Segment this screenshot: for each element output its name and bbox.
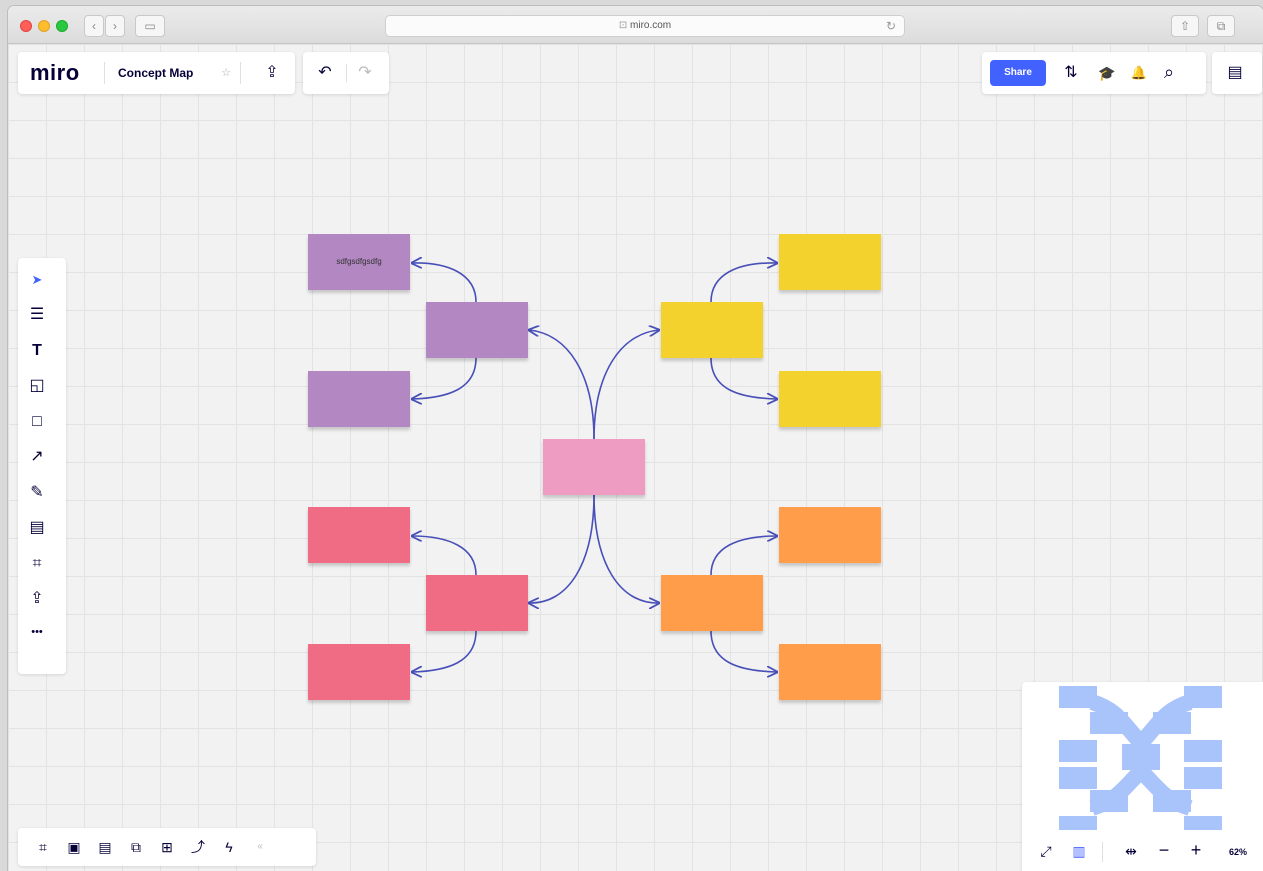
- forward-button[interactable]: ›: [105, 15, 125, 37]
- sidebar-toggle-button[interactable]: ▭: [135, 15, 165, 37]
- minimap-panel: ⤢ ▥ ⇹ − + 62%: [1022, 682, 1263, 871]
- lock-icon: ⊡: [618, 20, 628, 31]
- connector-yellow-main-to-top[interactable]: [710, 263, 777, 303]
- fullscreen-icon[interactable]: ⤢: [1036, 841, 1056, 861]
- fit-to-screen-icon[interactable]: ⇹: [1120, 841, 1142, 861]
- connector-center-to-yellow-main[interactable]: [593, 330, 659, 440]
- show-tabs-button[interactable]: ⧉: [1207, 15, 1235, 37]
- divider: [1102, 842, 1103, 862]
- connector-orange-main-to-bottom[interactable]: [710, 630, 777, 672]
- connector-red-main-to-top[interactable]: [412, 536, 477, 576]
- connector-purple-main-to-top[interactable]: [412, 263, 477, 303]
- close-window-button[interactable]: [20, 20, 32, 32]
- presentation-icon[interactable]: ▣: [63, 836, 85, 858]
- connector-yellow-main-to-bottom[interactable]: [710, 357, 777, 399]
- collapse-icon[interactable]: «: [249, 836, 271, 858]
- sticky-note-orange-main[interactable]: [661, 575, 763, 631]
- minimap-note: [1184, 816, 1222, 830]
- sticky-note-red-main[interactable]: [426, 575, 528, 631]
- sticky-note-purple-bottom[interactable]: [308, 371, 410, 427]
- share-page-button[interactable]: ⇧: [1171, 15, 1199, 37]
- connector-purple-main-to-bottom[interactable]: [412, 357, 477, 399]
- map-icon[interactable]: ▥: [1068, 841, 1090, 861]
- bottom-toolbar: ⌗ ▣ ▤ ⧉ ⊞ ⤴ ϟ «: [18, 828, 316, 866]
- board-canvas[interactable]: miro Concept Map ☆ ⇪ ↶ ↷ Share ⇅ 🎓 🔔 ⌕ ▤…: [8, 44, 1263, 871]
- sticky-note-orange-top[interactable]: [779, 507, 881, 563]
- cards-icon[interactable]: ⧉: [125, 836, 147, 858]
- minimap-note: [1059, 767, 1097, 789]
- minimap-note: [1184, 740, 1222, 762]
- comments-icon[interactable]: ▤: [94, 836, 116, 858]
- zoom-level[interactable]: 62%: [1218, 842, 1258, 862]
- connector-center-to-orange-main[interactable]: [593, 494, 659, 603]
- connector-red-main-to-bottom[interactable]: [412, 630, 477, 672]
- sticky-note-red-top[interactable]: [308, 507, 410, 563]
- connector-orange-main-to-top[interactable]: [710, 536, 777, 576]
- reload-icon[interactable]: ↻: [886, 16, 896, 36]
- minimap[interactable]: [1022, 682, 1263, 832]
- back-button[interactable]: ‹: [84, 15, 104, 37]
- sticky-note-yellow-bottom[interactable]: [779, 371, 881, 427]
- sticky-note-orange-bottom[interactable]: [779, 644, 881, 700]
- apps-icon[interactable]: ϟ: [218, 836, 240, 858]
- zoom-out-button[interactable]: −: [1154, 840, 1174, 860]
- frames-icon[interactable]: ⌗: [32, 836, 54, 858]
- sticky-note-red-bottom[interactable]: [308, 644, 410, 700]
- connector-center-to-red-main[interactable]: [529, 494, 595, 603]
- sticky-note-center[interactable]: [543, 439, 645, 495]
- connector-center-to-purple-main[interactable]: [529, 330, 595, 440]
- address-url: miro.com: [630, 20, 672, 31]
- embed-icon[interactable]: ⤴: [187, 836, 209, 858]
- sticky-note-yellow-top[interactable]: [779, 234, 881, 290]
- minimap-note: [1184, 767, 1222, 789]
- zoom-in-button[interactable]: +: [1186, 840, 1206, 860]
- minimize-window-button[interactable]: [38, 20, 50, 32]
- sticky-note-purple-main[interactable]: [426, 302, 528, 358]
- sticky-note-purple-top[interactable]: sdfgsdfgsdfg: [308, 234, 410, 290]
- sticky-note-yellow-main[interactable]: [661, 302, 763, 358]
- minimap-note: [1059, 816, 1097, 830]
- address-bar[interactable]: ⊡ miro.com ↻: [385, 15, 905, 37]
- minimap-controls: ⤢ ▥ ⇹ − + 62%: [1022, 832, 1263, 871]
- browser-titlebar: ‹ › ▭ ⊡ miro.com ↻ ⇧ ⧉: [8, 6, 1263, 44]
- minimap-note: [1059, 740, 1097, 762]
- browser-window: ‹ › ▭ ⊡ miro.com ↻ ⇧ ⧉ miro Concept Map …: [8, 6, 1263, 871]
- kanban-icon[interactable]: ⊞: [156, 836, 178, 858]
- zoom-window-button[interactable]: [56, 20, 68, 32]
